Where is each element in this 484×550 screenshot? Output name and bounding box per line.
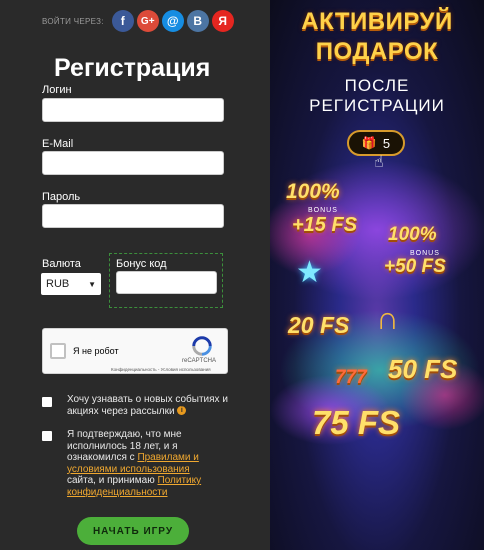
prize-777: 777 — [335, 367, 367, 388]
yandex-icon[interactable]: Я — [211, 10, 234, 32]
login-input[interactable] — [42, 98, 224, 122]
facebook-icon[interactable]: f — [111, 10, 134, 32]
bonus-code-box: Бонус код — [109, 253, 223, 308]
recaptcha-legal: Конфиденциальность - Условия использован… — [111, 367, 211, 372]
prize3-fs: 20 FS — [288, 312, 350, 338]
prize1-bonus: BONUS — [308, 207, 338, 214]
cursor-hand-icon: ☝ — [374, 154, 384, 171]
prize1-percent: 100% — [286, 180, 340, 203]
vk-icon[interactable]: В — [186, 10, 209, 32]
promo-banner: АКТИВИРУЙ ПОДАРОК ПОСЛЕ РЕГИСТРАЦИИ 🎁 5 … — [270, 0, 484, 550]
recaptcha-logo-icon — [192, 336, 212, 356]
social-login-row: ВОЙТИ ЧЕРЕЗ: f G+ @ В Я — [42, 10, 237, 32]
gift-count: 5 — [382, 135, 391, 151]
terms-text: Я подтверждаю, что мне исполнилось 18 ле… — [67, 429, 217, 498]
horseshoe-icon: ∩ — [376, 300, 400, 336]
bonus-code-input[interactable] — [116, 271, 217, 294]
email-label: E-Mail — [42, 138, 74, 150]
prize1-fs: +15 FS — [292, 214, 358, 236]
page-title: Регистрация — [54, 54, 211, 82]
prize2-percent: 100% — [388, 224, 437, 245]
password-label: Пароль — [42, 191, 81, 203]
google-plus-icon[interactable]: G+ — [136, 10, 159, 32]
start-game-button[interactable]: НАЧАТЬ ИГРУ — [77, 517, 189, 545]
terms-middle: сайта, и принимаю — [67, 475, 155, 486]
chevron-down-icon: ▼ — [88, 279, 96, 289]
login-label: Логин — [42, 84, 72, 96]
newsletter-label: Хочу узнавать о новых событиях и акциях … — [67, 394, 228, 417]
prize4-fs: 50 FS — [388, 354, 458, 384]
email-input[interactable] — [42, 151, 224, 175]
promo-subtitle-line1: ПОСЛЕ — [344, 76, 410, 95]
currency-value: RUB — [46, 278, 70, 290]
promo-title-line2: ПОДАРОК — [315, 38, 439, 65]
recaptcha-text: Я не робот — [73, 346, 119, 356]
newsletter-checkbox[interactable] — [42, 397, 52, 407]
registration-panel: ВОЙТИ ЧЕРЕЗ: f G+ @ В Я Регистрация Логи… — [0, 0, 270, 550]
bonus-code-label: Бонус код — [116, 258, 167, 270]
recaptcha-checkbox[interactable] — [50, 343, 66, 359]
password-input[interactable] — [42, 204, 224, 228]
prize2-fs: +50 FS — [384, 256, 446, 277]
recaptcha-brand: reCAPTCHA — [182, 358, 217, 364]
newsletter-text: Хочу узнавать о новых событиях и акциях … — [67, 394, 232, 417]
star-icon: ★ — [296, 256, 323, 289]
gift-icon: 🎁 — [361, 136, 377, 150]
recaptcha-widget: Я не робот reCAPTCHA Конфиденциальность … — [42, 328, 228, 374]
prize5-fs: 75 FS — [312, 404, 401, 441]
terms-checkbox[interactable] — [42, 431, 52, 441]
currency-select[interactable]: RUB ▼ — [41, 273, 101, 295]
info-icon[interactable]: i — [177, 406, 187, 416]
social-login-label: ВОЙТИ ЧЕРЕЗ: — [42, 16, 104, 26]
currency-label: Валюта — [42, 258, 81, 270]
promo-subtitle-line2: РЕГИСТРАЦИИ — [309, 96, 445, 115]
promo-title-line1: АКТИВИРУЙ — [301, 8, 453, 35]
mail-icon[interactable]: @ — [161, 10, 184, 32]
